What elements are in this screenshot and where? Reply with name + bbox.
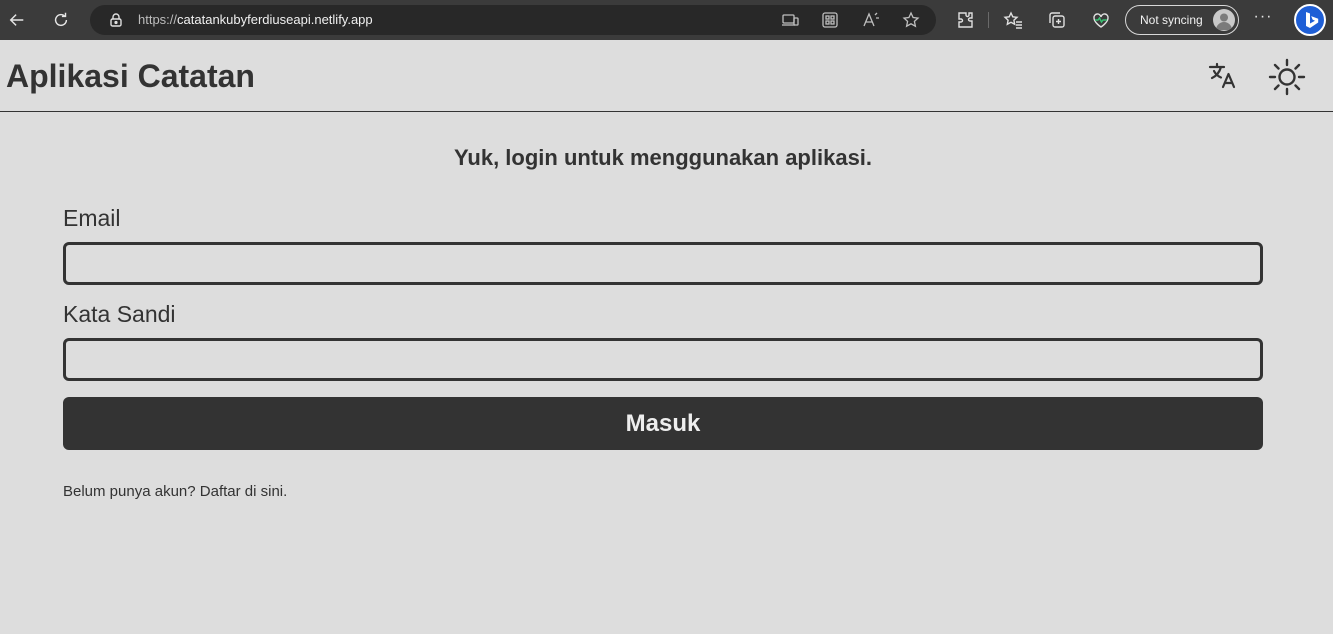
- translate-icon: [1208, 62, 1236, 89]
- app-title: Aplikasi Catatan: [6, 58, 255, 94]
- password-field[interactable]: [63, 338, 1263, 381]
- toolbar-separator: [988, 12, 989, 28]
- extensions-icon[interactable]: [955, 10, 975, 30]
- performance-icon[interactable]: [1091, 10, 1111, 30]
- back-button[interactable]: [0, 3, 34, 37]
- theme-toggle-button[interactable]: [1268, 58, 1306, 96]
- email-field[interactable]: [63, 242, 1263, 285]
- url-scheme: https://: [138, 12, 178, 27]
- reload-icon: [54, 12, 68, 27]
- password-label: Kata Sandi: [63, 301, 176, 327]
- login-button[interactable]: Masuk: [63, 397, 1263, 450]
- more-options-button[interactable]: ···: [1252, 8, 1274, 30]
- profile-avatar-icon: [1213, 9, 1235, 31]
- reload-button[interactable]: [44, 3, 78, 37]
- url-host: catatankubyferdiuseapi.netlify.app: [177, 12, 373, 27]
- email-label: Email: [63, 205, 121, 231]
- back-arrow-icon: [9, 14, 24, 26]
- browser-toolbar: https://catatankubyferdiuseapi.netlify.a…: [0, 0, 1333, 40]
- app-available-icon[interactable]: [781, 11, 799, 29]
- url-text[interactable]: https://catatankubyferdiuseapi.netlify.a…: [138, 12, 373, 27]
- favorites-icon[interactable]: [1003, 10, 1023, 30]
- bing-icon[interactable]: [1294, 4, 1326, 36]
- register-prompt: Belum punya akun? Daftar di sini.: [63, 483, 287, 500]
- translate-button[interactable]: [1207, 60, 1239, 92]
- collections-icon[interactable]: [1047, 10, 1067, 30]
- app-header: Aplikasi Catatan: [0, 40, 1333, 112]
- sync-status-label: Not syncing: [1140, 13, 1203, 27]
- register-link[interactable]: Daftar di sini.: [200, 483, 288, 500]
- read-aloud-icon[interactable]: [862, 11, 880, 29]
- sync-status-button[interactable]: Not syncing: [1125, 5, 1239, 35]
- address-bar[interactable]: https://catatankubyferdiuseapi.netlify.a…: [90, 5, 936, 35]
- register-text: Belum punya akun?: [63, 483, 200, 500]
- apps-grid-icon[interactable]: [821, 11, 839, 29]
- sun-icon: [1268, 58, 1306, 96]
- lock-icon[interactable]: [108, 12, 124, 28]
- favorite-star-icon[interactable]: [902, 11, 920, 29]
- login-heading: Yuk, login untuk menggunakan aplikasi.: [453, 145, 873, 170]
